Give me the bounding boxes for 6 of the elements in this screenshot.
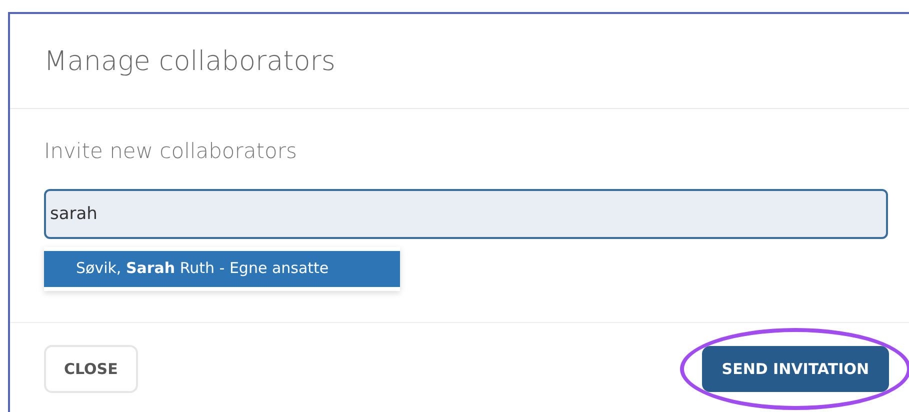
invite-field[interactable]: sarah <box>44 189 888 239</box>
close-button[interactable]: CLOSE <box>44 345 138 393</box>
dialog-title: Manage collaborators <box>44 46 336 76</box>
invite-label: Invite new collaborators <box>44 139 298 163</box>
suggestion-item[interactable]: Søvik, Sarah Ruth - Egne ansatte <box>44 251 400 287</box>
send-invitation-button[interactable]: SEND INVITATION <box>702 346 889 392</box>
